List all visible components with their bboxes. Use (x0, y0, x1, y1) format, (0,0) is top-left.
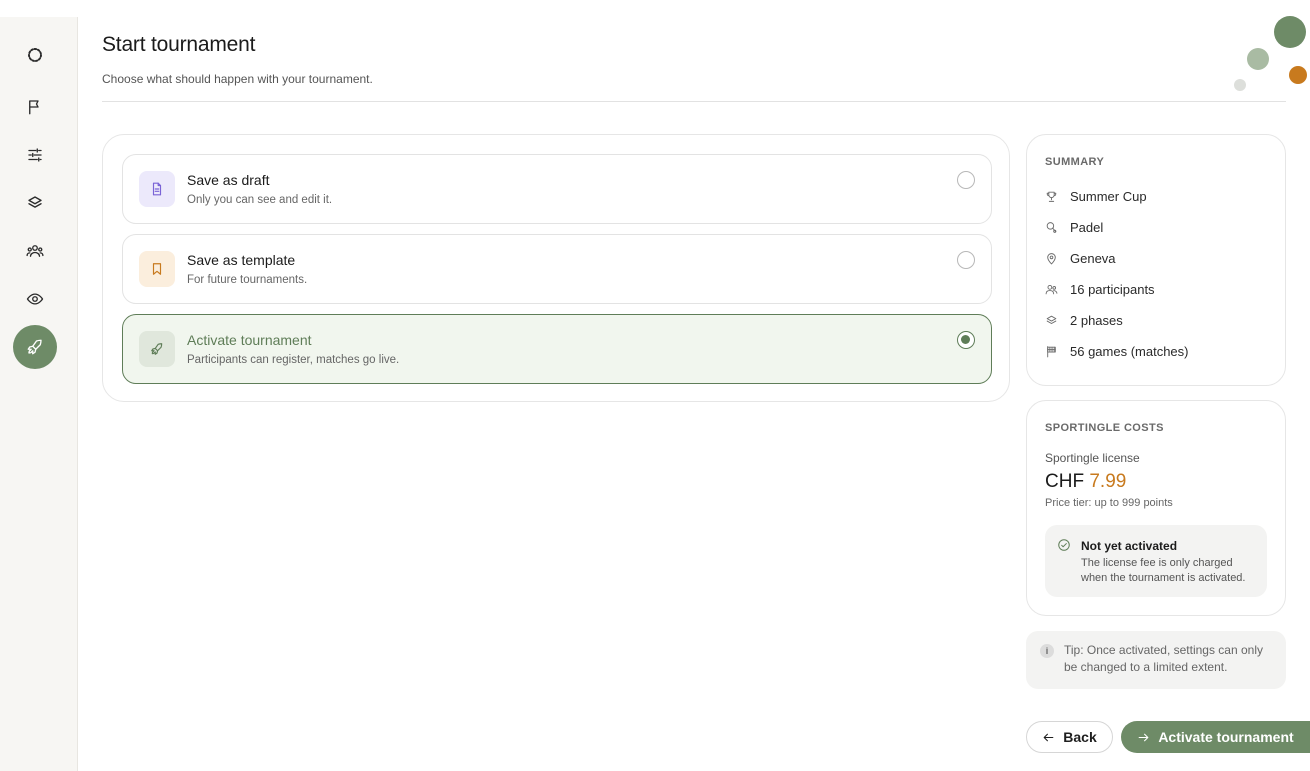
option-radio[interactable] (957, 171, 975, 189)
option-description: Only you can see and edit it. (187, 194, 333, 206)
license-label: Sportingle license (1045, 451, 1140, 465)
sidebar-item-phases[interactable] (13, 181, 57, 225)
tip-text: Tip: Once activated, settings can only b… (1064, 643, 1263, 674)
decorative-dot (1289, 66, 1307, 84)
sliders-icon (28, 148, 42, 162)
checkered-flag-icon (1047, 346, 1056, 358)
option-title: Activate tournament (187, 332, 312, 348)
summary-heading: SUMMARY (1045, 156, 1105, 168)
option-description: Participants can register, matches go li… (187, 354, 400, 366)
rocket-icon (151, 343, 163, 355)
eye-icon (26, 293, 44, 305)
decorative-dot (1234, 79, 1246, 91)
sidebar-item-participants[interactable] (13, 229, 57, 273)
location-pin-icon (1047, 253, 1056, 265)
option-icon-wrap (139, 331, 175, 367)
action-options-card: Save as draft Only you can see and edit … (102, 134, 1010, 402)
activation-status-box: Not yet activated The license fee is onl… (1045, 525, 1267, 597)
document-icon (152, 182, 162, 196)
option-radio[interactable] (957, 251, 975, 269)
sidebar-item-general[interactable] (13, 85, 57, 129)
activate-button-label: Activate tournament (1158, 729, 1294, 745)
decorative-dot (1247, 48, 1269, 70)
status-title: Not yet activated (1081, 539, 1178, 553)
option-title: Save as draft (187, 172, 270, 188)
summary-item: 16 participants (1045, 282, 1155, 297)
summary-item-text: Summer Cup (1070, 189, 1147, 204)
summary-item-text: Geneva (1070, 251, 1116, 266)
option-icon-wrap (139, 171, 175, 207)
sidebar-item-preview[interactable] (13, 277, 57, 321)
option-save-template[interactable]: Save as template For future tournaments. (122, 234, 992, 304)
page-title: Start tournament (102, 33, 256, 56)
back-button-label: Back (1063, 729, 1097, 745)
option-activate-tournament[interactable]: Activate tournament Participants can reg… (122, 314, 992, 384)
info-icon: i (1040, 644, 1054, 658)
price-tier: Price tier: up to 999 points (1045, 497, 1173, 509)
sidebar-logo[interactable] (13, 33, 57, 77)
users-icon (1045, 284, 1058, 295)
page-subtitle: Choose what should happen with your tour… (102, 72, 373, 86)
decorative-dot (1274, 16, 1306, 48)
logo-icon (28, 48, 42, 62)
sidebar-item-settings[interactable] (13, 133, 57, 177)
option-icon-wrap (139, 251, 175, 287)
summary-item-text: 56 games (matches) (1070, 344, 1189, 359)
option-description: For future tournaments. (187, 274, 308, 286)
users-icon (26, 245, 44, 257)
option-save-draft[interactable]: Save as draft Only you can see and edit … (122, 154, 992, 224)
costs-heading: SPORTINGLE COSTS (1045, 422, 1164, 434)
summary-item: Summer Cup (1045, 189, 1147, 204)
back-button[interactable]: Back (1026, 721, 1113, 753)
activate-tournament-button[interactable]: Activate tournament (1121, 721, 1310, 753)
summary-item: 2 phases (1045, 313, 1123, 328)
option-title: Save as template (187, 252, 296, 268)
costs-panel: SPORTINGLE COSTS Sportingle license CHF … (1026, 400, 1286, 616)
layers-icon (1046, 315, 1057, 324)
arrow-left-icon (1043, 733, 1054, 741)
layers-icon (28, 196, 42, 208)
trophy-icon (1046, 191, 1057, 202)
flag-icon (29, 100, 39, 115)
status-description: The license fee is only charged when the… (1081, 557, 1246, 584)
header-divider (102, 101, 1286, 102)
option-radio[interactable] (957, 331, 975, 349)
rocket-icon (27, 339, 42, 355)
summary-item: Padel (1045, 220, 1103, 235)
price-amount: 7.99 (1089, 471, 1127, 492)
bookmark-icon (152, 263, 162, 275)
arrow-right-icon (1138, 733, 1149, 741)
sidebar (0, 17, 78, 771)
summary-item: 56 games (matches) (1045, 344, 1189, 359)
tip-box: i Tip: Once activated, settings can only… (1026, 631, 1286, 689)
sidebar-item-start[interactable] (13, 325, 57, 369)
summary-item-text: Padel (1070, 220, 1104, 235)
summary-item-text: 16 participants (1070, 282, 1155, 297)
check-circle-icon (1058, 539, 1070, 551)
summary-item: Geneva (1045, 251, 1116, 266)
license-price: CHF 7.99 (1045, 471, 1126, 493)
racket-icon (1046, 222, 1057, 233)
price-currency: CHF (1045, 471, 1085, 492)
summary-panel: SUMMARY Summer Cup Padel Geneva 16 parti… (1026, 134, 1286, 386)
summary-item-text: 2 phases (1070, 313, 1123, 328)
